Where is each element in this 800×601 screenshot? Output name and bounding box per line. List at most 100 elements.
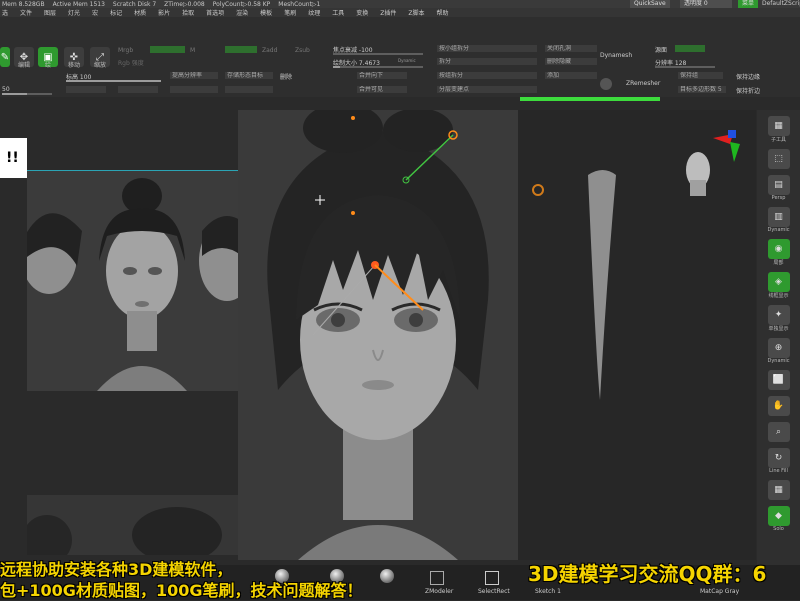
sculpt-icon[interactable]: ✎ [0,47,10,67]
zmodeler-icon[interactable] [430,571,444,585]
solo-mode-button[interactable]: ◆ [767,506,790,526]
polyf-button[interactable]: ▦ [767,480,790,500]
menu-item[interactable]: Z插件 [380,8,396,17]
status-meshcount: MeshCount▷1 [278,0,321,8]
status-mem: Mem 8.528GB [2,0,45,8]
same-groups-label[interactable]: 保持边缘 [736,72,760,81]
status-ztime: ZTime▷0.008 [164,0,205,8]
selectrect-icon[interactable] [485,571,499,585]
menu-item[interactable]: 材质 [134,8,146,17]
merge-visible-button[interactable]: 合并可见 [357,86,407,93]
close-holes-button[interactable]: 关闭孔洞 [545,45,597,52]
right-shelf: ▦ 子工具 ⬚ ▤ Persp ▥ Dynamic ◉ 局部 ◈ 线框显示 ✦ … [757,110,800,570]
floor-button[interactable]: ▥ [767,207,790,227]
matcap-label[interactable]: MatCap Gray [700,588,739,595]
target-polys-slider[interactable]: 目标多边形数 5 [678,86,726,93]
subdiv-button[interactable]: 分层变建点 [437,86,537,93]
group-split-button[interactable]: 按组拆分 [437,72,537,79]
zremesher-icon[interactable] [600,78,612,90]
divide-button[interactable]: 提高分辨率 [170,72,218,79]
status-active-mem: Active Mem 1513 [52,0,105,8]
menu-item[interactable]: 变换 [356,8,368,17]
split-button[interactable]: 拆分 [437,58,537,65]
menu-bar: 选 文件 图层 灯光 宏 标记 材质 影片 拾取 首选项 渲染 模板 笔刷 纹理… [0,8,800,17]
delete-label[interactable]: 删除 [280,72,292,81]
menu-item[interactable]: Z脚本 [408,8,424,17]
subtool-label: 子工具 [770,137,786,143]
subtitle-qq-group: 3D建模学习交流QQ群：6 [528,562,767,586]
reference-heads-image-2 [22,507,222,565]
reference-image-panel-2 [22,495,247,565]
progress-bar [520,97,660,101]
value-50: 50 [2,86,10,93]
edit-label: 编辑 [17,62,30,69]
keep-groups-button[interactable]: 保持组 [678,72,723,79]
status-scratch: Scratch Disk 7 [112,0,157,8]
keep-edge-label[interactable]: 保持折边 [736,86,760,95]
menu-item[interactable]: 选 [2,8,8,17]
field-blank-1[interactable] [66,86,106,93]
menu-item[interactable]: 宏 [92,8,98,17]
subtool-button[interactable]: ▦ [767,116,790,136]
local-button[interactable]: ◉ [767,239,790,259]
sketch-label[interactable]: Sketch 1 [535,588,561,595]
menu-item[interactable]: 图层 [44,8,56,17]
field-blank-4[interactable] [225,86,273,93]
value-50-track [2,93,52,95]
dynamesh-toggle[interactable] [675,45,705,52]
menu-item[interactable]: 标记 [110,8,122,17]
frame-button[interactable]: ⬜ [767,370,790,390]
rotate-view-button[interactable]: ↻ [767,448,790,468]
field-blank-2[interactable] [118,86,158,93]
focal-shift-track [333,53,423,55]
quicksave-button[interactable]: QuickSave [630,0,670,8]
delete-hidden-button[interactable]: 删除隐藏 [545,58,597,65]
subtitle-line-2: 包+100G材质贴图，100G笔刷，技术问题解答！ [0,581,363,600]
menu-item[interactable]: 模板 [260,8,272,17]
zmodeler-label[interactable]: ZModeler [425,588,453,595]
menu-item[interactable]: 文件 [20,8,32,17]
viewport-canvas-right[interactable] [518,110,756,560]
menu-item[interactable]: 渲染 [236,8,248,17]
viewport-canvas[interactable] [238,103,518,560]
store-morph-button[interactable]: 存储形态目标 [225,72,273,79]
selectrect-label[interactable]: SelectRect [478,588,510,595]
zoom-view-button[interactable]: ⌕ [767,422,790,442]
rgb-toggle[interactable] [150,46,185,53]
field-blank-3[interactable] [170,86,218,93]
move-view-button[interactable]: ✋ [767,396,790,416]
menu-item[interactable]: 笔刷 [284,8,296,17]
material-ball-3[interactable] [380,569,394,583]
menu-item[interactable]: 首选项 [206,8,224,17]
append-button[interactable]: 添加 [545,72,597,79]
menu-item[interactable]: 工具 [332,8,344,17]
brush-button[interactable]: ⬚ [767,149,790,169]
solo-button[interactable]: ✦ [767,305,790,325]
menu-item[interactable]: 纹理 [308,8,320,17]
dynamic-toggle[interactable]: Dynamic [398,58,416,63]
zsub-toggle[interactable]: Zsub [295,47,310,54]
wireframe-button[interactable]: ◈ [767,272,790,292]
menu-item[interactable]: 帮助 [437,8,449,17]
persp-button[interactable]: ▤ [767,175,790,195]
rgb-strength-slider[interactable]: Rgb 强度 [118,58,144,67]
menu-item[interactable]: 影片 [158,8,170,17]
xyz-label: Dynamic [767,358,790,364]
dynamesh-label: Dynamesh [600,52,633,59]
merge-down-button[interactable]: 合并向下 [357,72,407,79]
wireframe-label: 线框显示 [768,293,789,299]
menu-item[interactable]: 拾取 [182,8,194,17]
zadd-toggle[interactable] [225,46,257,53]
default-zscript-button[interactable]: DefaultZScript [762,0,800,8]
mrgb-toggle[interactable]: Mrgb [118,47,133,54]
transparency-slider[interactable]: 透明度 0 [680,0,732,8]
xyz-button[interactable]: ⊕ [767,338,790,358]
split-group-button[interactable]: 按小组拆分 [437,45,537,52]
floor-label: Dynamic [767,227,790,233]
menu-item[interactable]: 灯光 [68,8,80,17]
menus-button[interactable]: 菜单 [738,0,759,8]
scale-label: 缩放 [93,62,106,69]
zremesher-button[interactable]: ZRemesher [626,80,660,87]
reference-heads-image [21,171,255,391]
m-toggle[interactable]: M [190,47,195,54]
